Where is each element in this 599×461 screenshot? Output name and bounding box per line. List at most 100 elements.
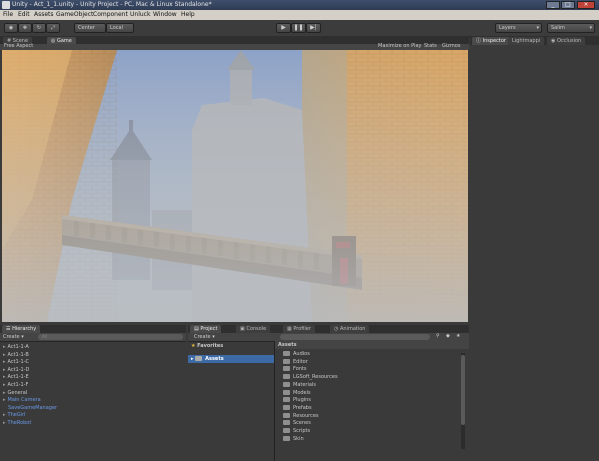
asset-folder-item[interactable]: Models bbox=[283, 389, 311, 396]
asset-folder-label: Scenes bbox=[293, 420, 311, 427]
hierarchy-item[interactable]: ▸ Act1-1-C bbox=[3, 359, 29, 365]
asset-folder-item[interactable]: Plugins bbox=[283, 397, 311, 403]
asset-folder-item[interactable]: Materials bbox=[283, 381, 316, 388]
menu-assets[interactable]: Assets bbox=[34, 11, 54, 18]
step-button[interactable]: ▶| bbox=[306, 23, 321, 33]
hierarchy-create-button[interactable]: Create ▾ bbox=[3, 334, 24, 340]
project-tab-strip: ▤ Project ▣ Console ▦ Profiler ◷ Animati… bbox=[188, 325, 469, 333]
folder-icon bbox=[283, 366, 290, 372]
asset-folder-item[interactable]: Prefabs bbox=[283, 404, 312, 411]
hierarchy-item[interactable]: ▸ Main Camera bbox=[3, 397, 41, 403]
hierarchy-item[interactable]: ▸ Act1-1-D bbox=[3, 367, 29, 373]
move-tool-button[interactable]: ✥ bbox=[18, 23, 32, 33]
assets-tree-label: Assets bbox=[205, 356, 224, 362]
chevron-right-icon[interactable]: ▸ bbox=[3, 359, 6, 365]
chevron-right-icon[interactable]: ▸ bbox=[3, 374, 6, 380]
hierarchy-toolbar: Create ▾ All bbox=[0, 333, 186, 342]
project-search-input[interactable] bbox=[280, 334, 430, 340]
rotate-tool-button[interactable]: ↻ bbox=[32, 23, 46, 33]
hierarchy-item[interactable]: ▸ Act1-1-F bbox=[3, 382, 28, 388]
project-panel: ▤ Project ▣ Console ▦ Profiler ◷ Animati… bbox=[188, 325, 469, 461]
pause-button[interactable]: ❚❚ bbox=[291, 23, 306, 33]
hand-tool-button[interactable]: ◉ bbox=[4, 23, 18, 33]
layout-dropdown[interactable]: Salim ▾ bbox=[547, 23, 595, 33]
pause-icon: ❚❚ bbox=[293, 24, 304, 31]
space-toggle-button[interactable]: Local bbox=[106, 23, 134, 33]
hierarchy-item[interactable]: SaveGameManager bbox=[8, 405, 57, 411]
aspect-dropdown[interactable]: Free Aspect bbox=[4, 43, 33, 49]
hierarchy-item[interactable]: ▸ TheRobot bbox=[3, 420, 31, 426]
asset-folder-item[interactable]: Fonts bbox=[283, 366, 307, 372]
menu-component[interactable]: Component bbox=[93, 11, 128, 18]
filter-by-type-icon[interactable]: ⚲ bbox=[436, 333, 440, 339]
pivot-toggle-button[interactable]: Center bbox=[74, 23, 106, 33]
tab-inspector[interactable]: ⓘ Inspector bbox=[472, 37, 510, 45]
gizmos-dropdown[interactable]: Gizmos bbox=[442, 43, 460, 49]
chevron-right-icon[interactable]: ▸ bbox=[3, 390, 6, 396]
inspector-lower-area bbox=[470, 325, 599, 461]
chevron-right-icon[interactable]: ▸ bbox=[3, 420, 6, 426]
maximize-on-play-toggle[interactable]: Maximize on Play bbox=[378, 43, 422, 49]
folder-icon bbox=[283, 358, 290, 364]
menu-file[interactable]: File bbox=[3, 11, 13, 18]
assets-breadcrumb-label[interactable]: Assets bbox=[278, 342, 297, 348]
asset-folder-item[interactable]: Audios bbox=[283, 351, 310, 357]
menu-bar: File Edit Assets GameObject Component Un… bbox=[0, 10, 599, 20]
asset-folder-item[interactable]: Skin bbox=[283, 435, 304, 442]
chevron-right-icon[interactable]: ▸ bbox=[3, 344, 6, 350]
hierarchy-item[interactable]: ▸ Act1-1-E bbox=[3, 374, 29, 380]
hierarchy-search-input[interactable]: All bbox=[38, 334, 183, 340]
asset-folder-item[interactable]: Scenes bbox=[283, 420, 311, 426]
star-icon: ★ bbox=[191, 343, 196, 349]
scale-tool-button[interactable]: ⤢ bbox=[46, 23, 60, 33]
asset-folder-item[interactable]: LGSoft_Resources bbox=[283, 374, 338, 380]
maximize-button[interactable]: □ bbox=[561, 1, 575, 9]
layers-dropdown[interactable]: Layers ▾ bbox=[495, 23, 542, 33]
hierarchy-panel: ☰ Hierarchy Create ▾ All ▸ Act1-1-A ▸ Act1-… bbox=[0, 325, 186, 461]
folder-icon bbox=[283, 404, 290, 410]
chevron-right-icon[interactable]: ▸ bbox=[3, 412, 6, 418]
hierarchy-item-label: SaveGameManager bbox=[8, 404, 58, 411]
play-button[interactable]: ▶ bbox=[276, 23, 291, 33]
asset-folder-item[interactable]: Resources bbox=[283, 412, 319, 419]
asset-folder-label: Materials bbox=[293, 381, 316, 388]
folder-icon bbox=[283, 381, 290, 387]
tab-hierarchy[interactable]: ☰ Hierarchy bbox=[2, 325, 41, 333]
chevron-right-icon[interactable]: ▸ bbox=[3, 382, 6, 388]
asset-folder-item[interactable]: Editor bbox=[283, 358, 308, 365]
game-viewport[interactable] bbox=[2, 50, 468, 322]
minimize-button[interactable]: _ bbox=[546, 1, 560, 9]
close-button[interactable]: × bbox=[577, 1, 595, 9]
tab-profiler[interactable]: ▦ Profiler bbox=[283, 325, 315, 333]
tab-console[interactable]: ▣ Console bbox=[236, 325, 271, 333]
scrollbar-thumb[interactable] bbox=[461, 355, 465, 425]
asset-folder-label: Skin bbox=[293, 435, 304, 442]
star-filter-icon[interactable]: ★ bbox=[456, 333, 460, 339]
hierarchy-item[interactable]: ▸ TheGirl bbox=[3, 412, 26, 418]
tab-animation[interactable]: ◷ Animation bbox=[330, 325, 370, 333]
assets-tree-item[interactable]: ▸ Assets bbox=[188, 355, 274, 363]
favorites-item[interactable]: ★ Favorites bbox=[191, 343, 223, 349]
project-create-button[interactable]: Create ▾ bbox=[194, 334, 215, 340]
filter-by-label-icon[interactable]: ◆ bbox=[446, 333, 450, 339]
chevron-right-icon[interactable]: ▸ bbox=[3, 352, 6, 358]
chevron-right-icon[interactable]: ▸ bbox=[3, 367, 6, 373]
menu-gameobject[interactable]: GameObject bbox=[56, 11, 93, 18]
tab-lightmapping[interactable]: Lightmappi bbox=[508, 37, 545, 45]
chevron-right-icon[interactable]: ▸ bbox=[3, 397, 6, 403]
menu-edit[interactable]: Edit bbox=[18, 11, 30, 18]
asset-folder-label: LGSoft_Resources bbox=[293, 374, 338, 381]
scrollbar[interactable] bbox=[461, 353, 465, 449]
hierarchy-item[interactable]: ▸ General bbox=[3, 390, 27, 396]
tab-profiler-label: Profiler bbox=[293, 326, 311, 332]
hierarchy-item[interactable]: ▸ Act1-1-B bbox=[3, 352, 29, 358]
tab-project[interactable]: ▤ Project bbox=[190, 325, 222, 333]
tab-occlusion[interactable]: ◉ Occlusion bbox=[547, 37, 586, 45]
console-icon: ▣ bbox=[240, 326, 245, 332]
stats-toggle[interactable]: Stats bbox=[424, 43, 437, 49]
menu-window[interactable]: Window bbox=[153, 11, 177, 18]
hierarchy-item[interactable]: ▸ Act1-1-A bbox=[3, 344, 29, 350]
menu-unluck[interactable]: Unluck bbox=[130, 11, 150, 18]
menu-help[interactable]: Help bbox=[181, 11, 195, 18]
asset-folder-item[interactable]: Scripts bbox=[283, 428, 310, 434]
